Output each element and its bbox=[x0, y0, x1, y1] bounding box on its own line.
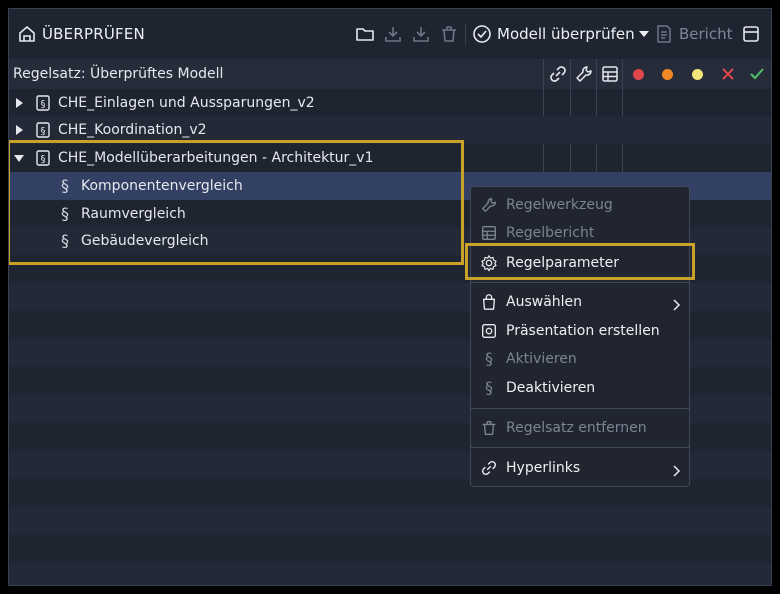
check-model-label: Modell überprüfen bbox=[497, 25, 635, 43]
menu-item-rule-tool[interactable]: Regelwerkzeug bbox=[471, 191, 689, 219]
rule-parameters-highlight-box bbox=[465, 243, 695, 280]
table-icon[interactable] bbox=[600, 64, 620, 84]
menu-item-label: Präsentation erstellen bbox=[506, 323, 660, 339]
menu-separator bbox=[471, 447, 689, 448]
report-label: Bericht bbox=[679, 25, 733, 43]
ruleset-highlight-box bbox=[9, 140, 464, 265]
status-red-dot[interactable] bbox=[633, 69, 644, 80]
toolbar-divider bbox=[465, 23, 466, 45]
trash-icon[interactable] bbox=[439, 9, 459, 59]
wrench-icon[interactable] bbox=[574, 64, 594, 84]
ruleset-label: CHE_Einlagen und Aussparungen_v2 bbox=[58, 95, 315, 111]
menu-separator bbox=[471, 282, 689, 283]
report-icon bbox=[654, 24, 674, 44]
export-icon[interactable] bbox=[411, 9, 431, 59]
menu-item-remove-ruleset[interactable]: Regelsatz entfernen bbox=[471, 414, 689, 442]
empty-row bbox=[9, 563, 771, 585]
menu-item-activate[interactable]: § Aktivieren bbox=[471, 345, 689, 373]
fail-x-icon[interactable] bbox=[718, 64, 738, 84]
menu-item-label: Auswählen bbox=[506, 294, 583, 310]
menu-item-label: Hyperlinks bbox=[506, 460, 581, 476]
menu-item-label: Aktivieren bbox=[506, 351, 577, 367]
menu-separator bbox=[471, 408, 689, 409]
svg-text:§: § bbox=[41, 126, 46, 137]
expand-arrow-icon[interactable] bbox=[16, 98, 23, 108]
open-folder-icon[interactable] bbox=[355, 9, 375, 59]
link-icon bbox=[480, 459, 498, 477]
panel-title: ÜBERPRÜFEN bbox=[42, 25, 145, 43]
tree-row-ruleset[interactable]: § CHE_Einlagen und Aussparungen_v2 bbox=[9, 89, 771, 117]
panel-layout-icon[interactable] bbox=[741, 9, 761, 59]
table-icon bbox=[480, 224, 498, 242]
menu-item-deactivate[interactable]: § Deaktivieren bbox=[471, 374, 689, 402]
wrench-icon bbox=[480, 196, 498, 214]
pass-check-icon[interactable] bbox=[747, 64, 767, 84]
link-icon[interactable] bbox=[548, 64, 568, 84]
status-orange-dot[interactable] bbox=[662, 69, 673, 80]
chevron-right-icon bbox=[671, 462, 681, 477]
menu-item-label: Deaktivieren bbox=[506, 380, 596, 396]
home-icon[interactable] bbox=[17, 9, 37, 59]
bag-icon bbox=[480, 293, 498, 311]
chevron-down-icon[interactable] bbox=[638, 31, 649, 37]
menu-item-hyperlinks[interactable]: Hyperlinks bbox=[471, 454, 689, 482]
menu-item-label: Regelwerkzeug bbox=[506, 197, 613, 213]
trash-icon bbox=[480, 419, 498, 437]
check-model-button[interactable]: Modell überprüfen bbox=[472, 9, 649, 59]
presentation-icon bbox=[480, 322, 498, 340]
expand-arrow-icon[interactable] bbox=[16, 125, 23, 135]
status-yellow-dot[interactable] bbox=[692, 69, 703, 80]
empty-row bbox=[9, 535, 771, 563]
download-icon[interactable] bbox=[383, 9, 403, 59]
menu-item-label: Regelsatz entfernen bbox=[506, 420, 647, 436]
chevron-right-icon bbox=[671, 296, 681, 311]
ruleset-book-icon: § bbox=[34, 94, 52, 112]
paragraph-icon: § bbox=[485, 378, 493, 397]
paragraph-icon: § bbox=[485, 349, 493, 368]
menu-item-select[interactable]: Auswählen bbox=[471, 288, 689, 316]
check-circle-icon bbox=[472, 24, 492, 44]
ruleset-label: Regelsatz: Überprüftes Modell bbox=[13, 66, 224, 82]
panel-titlebar: ÜBERPRÜFEN Modell überprüfen Bericht bbox=[9, 9, 771, 59]
ruleset-header-row: Regelsatz: Überprüftes Modell bbox=[9, 59, 771, 89]
empty-row bbox=[9, 507, 771, 535]
context-menu: Regelwerkzeug Regelbericht Regelparamete… bbox=[470, 186, 690, 487]
ruleset-book-icon: § bbox=[34, 121, 52, 139]
report-button[interactable]: Bericht bbox=[654, 9, 733, 59]
svg-text:§: § bbox=[41, 99, 46, 110]
menu-item-create-presentation[interactable]: Präsentation erstellen bbox=[471, 317, 689, 345]
